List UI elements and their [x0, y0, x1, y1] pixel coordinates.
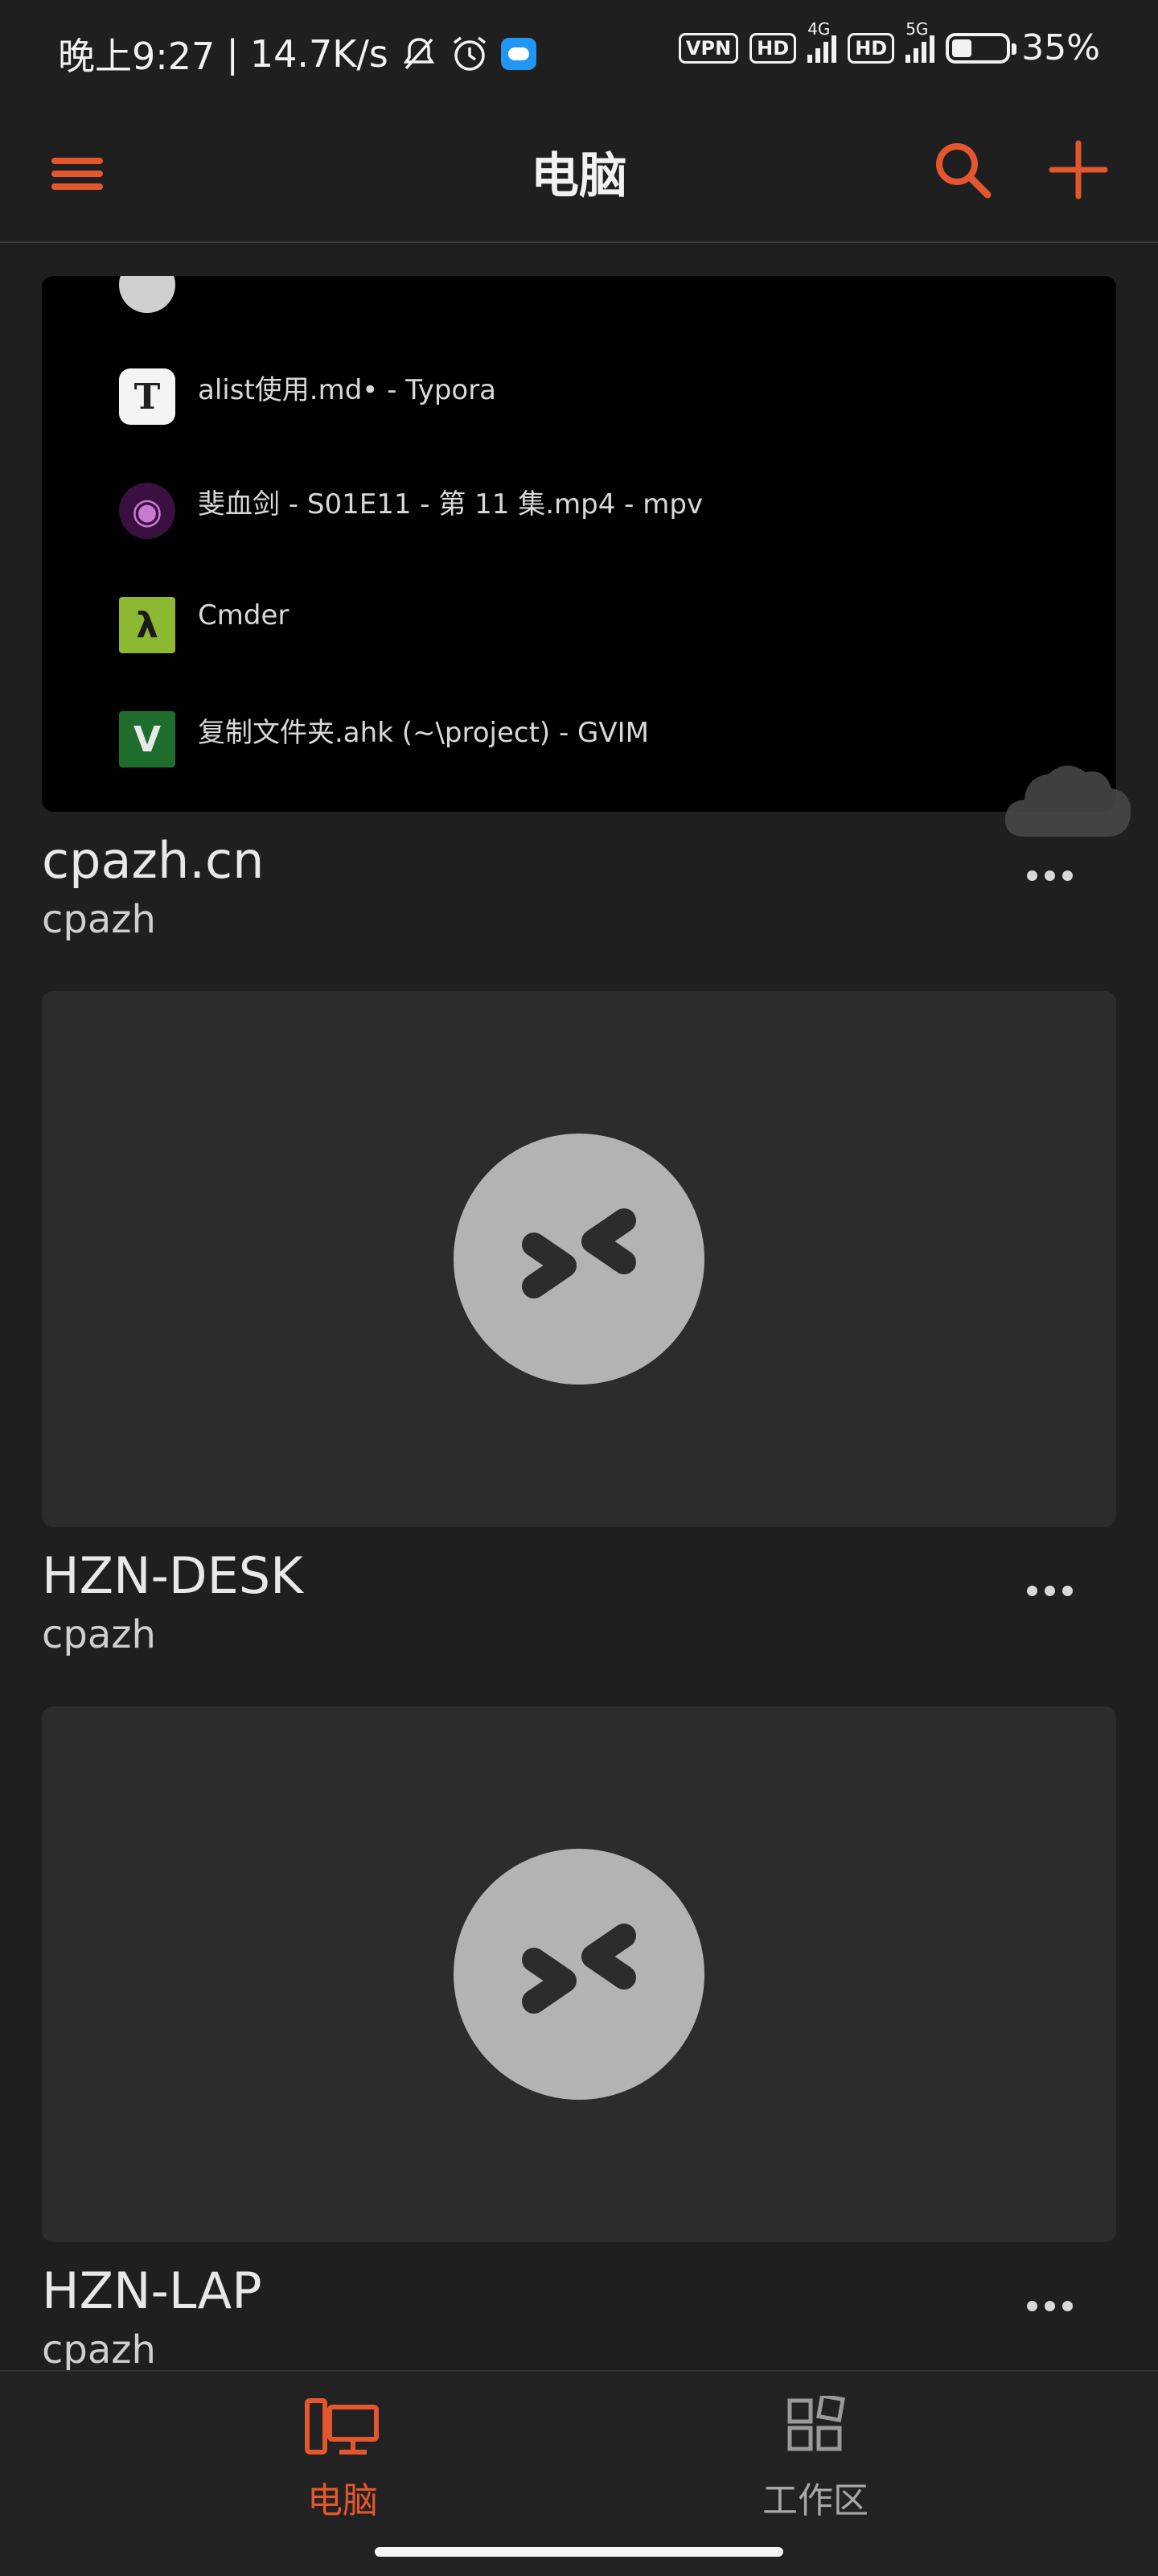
status-bar-left: 晚上9:27 | 14.7K/s — [58, 27, 536, 80]
pc-card-1[interactable]: T alist使用.md• - Typora ◉ 斐血剑 - S01E11 - … — [42, 276, 1116, 942]
hd-badge-2: HD — [848, 32, 895, 64]
network-speed: 14.7K/s — [249, 32, 388, 76]
more-options-button[interactable] — [1013, 1570, 1086, 1611]
top-app-bar: 电脑 — [0, 105, 1158, 243]
mute-bell-icon — [403, 38, 435, 70]
pc-name: HZN-DESK — [42, 1546, 303, 1605]
remote-desktop-arrows-icon — [522, 1924, 636, 2014]
desktop-computer-icon — [305, 2398, 379, 2455]
pc-thumbnail[interactable] — [42, 991, 1116, 1527]
battery-level: 35% — [1021, 27, 1100, 68]
more-options-button[interactable] — [1013, 2286, 1086, 2326]
add-icon[interactable] — [1042, 134, 1115, 206]
preview-window-row: λ Cmder — [119, 589, 289, 661]
status-bar: 晚上9:27 | 14.7K/s VPN HD 4G HD 5G 35% — [0, 0, 1158, 105]
typora-icon: T — [119, 368, 175, 425]
alarm-icon — [453, 36, 486, 71]
remote-desktop-logo-icon — [454, 1134, 704, 1385]
tab-pcs[interactable]: 电脑 — [246, 2396, 439, 2523]
pc-name: HZN-LAP — [42, 2261, 262, 2320]
pc-user: cpazh — [42, 897, 156, 942]
cmder-icon: λ — [119, 597, 175, 653]
pc-card-3[interactable]: HZN-LAP cpazh — [42, 1706, 1116, 2372]
cloud-app-icon — [500, 38, 536, 70]
bottom-navigation: 电脑 工作区 — [0, 2370, 1158, 2576]
pc-thumbnail-preview[interactable]: T alist使用.md• - Typora ◉ 斐血剑 - S01E11 - … — [42, 276, 1116, 812]
pc-user: cpazh — [42, 1612, 156, 1657]
search-icon[interactable] — [926, 134, 999, 206]
mpv-icon: ◉ — [119, 483, 175, 539]
battery-icon — [946, 32, 1017, 64]
preview-window-title: 斐血剑 - S01E11 - 第 11 集.mp4 - mpv — [198, 488, 704, 521]
preview-window-title: alist使用.md• - Typora — [198, 373, 497, 406]
tab-workspaces-label: 工作区 — [762, 2480, 868, 2521]
network-type-4g: 4G — [807, 19, 831, 39]
disc-app-icon — [119, 276, 175, 313]
clock: 晚上9:27 — [58, 35, 216, 78]
home-indicator[interactable] — [375, 2547, 783, 2557]
more-options-button[interactable] — [1013, 855, 1086, 895]
preview-window-row: ◉ 斐血剑 - S01E11 - 第 11 集.mp4 - mpv — [119, 475, 703, 547]
status-separator: | — [226, 32, 239, 76]
tab-pcs-label: 电脑 — [307, 2480, 378, 2521]
preview-window-title: Cmder — [198, 599, 290, 632]
network-type-5g: 5G — [905, 19, 929, 39]
status-bar-right: VPN HD 4G HD 5G 35% — [678, 19, 1100, 68]
preview-window-row: T alist使用.md• - Typora — [119, 360, 496, 433]
workspaces-grid-icon — [787, 2393, 845, 2451]
cloud-sync-icon — [1004, 765, 1131, 837]
gvim-icon: V — [119, 711, 175, 767]
remote-desktop-arrows-icon — [522, 1208, 636, 1298]
pc-user: cpazh — [42, 2327, 156, 2372]
vpn-badge: VPN — [678, 32, 739, 64]
preview-window-title: 复制文件夹.ahk (~\project) - GVIM — [198, 716, 650, 749]
preview-window-row: V 复制文件夹.ahk (~\project) - GVIM — [119, 703, 649, 776]
pc-card-2[interactable]: HZN-DESK cpazh — [42, 991, 1116, 1657]
hd-badge-1: HD — [749, 32, 797, 64]
signal-5g: 5G — [905, 19, 935, 63]
pc-name: cpazh.cn — [42, 831, 265, 890]
remote-desktop-logo-icon — [454, 1849, 704, 2100]
tab-workspaces[interactable]: 工作区 — [719, 2393, 912, 2523]
signal-4g: 4G — [807, 19, 837, 63]
pc-thumbnail[interactable] — [42, 1706, 1116, 2242]
